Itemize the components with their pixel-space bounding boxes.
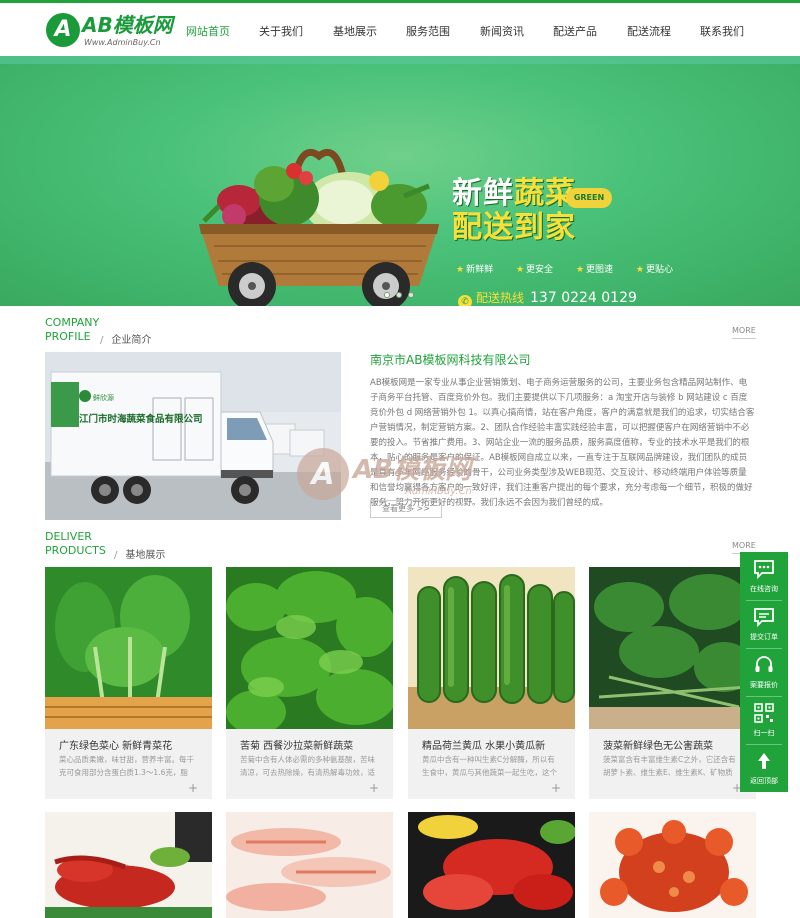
- product-image-shrimp[interactable]: [226, 812, 393, 918]
- product-title[interactable]: 精品荷兰黄瓜 水果小黄瓜新: [422, 737, 545, 752]
- product-description: 菜心品质柔嫩，味甘甜，营养丰富。每千克可食用部分含蛋白质1.3～1.6克，脂肪.…: [59, 755, 194, 777]
- submit-order-button[interactable]: 提交订单: [740, 600, 788, 648]
- plus-icon[interactable]: +: [369, 781, 379, 795]
- nav-item-base[interactable]: 基地展示: [333, 23, 377, 39]
- company-description: AB模板网是一家专业从事企业营销策划、电子商务运营服务的公司，主要业务包含精品网…: [370, 378, 755, 508]
- product-info: 广东绿色菜心 新鲜青菜花 菜心品质柔嫩，味甘甜，营养丰富。每千克可食用部分含蛋白…: [45, 729, 212, 799]
- product-card[interactable]: 精品荷兰黄瓜 水果小黄瓜新 黄瓜中含有一种叫生素C分解酶，所以有生食中，黄瓜与其…: [408, 567, 575, 799]
- plus-icon[interactable]: +: [551, 781, 561, 795]
- nav-item-news[interactable]: 新闻资讯: [480, 23, 524, 39]
- nav-item-about[interactable]: 关于我们: [259, 23, 303, 39]
- banner-top-strip: [0, 56, 800, 64]
- slider-dot-1[interactable]: [384, 292, 390, 298]
- sidebar-label: 提交订单: [750, 633, 778, 641]
- star-icon: ★: [515, 265, 525, 275]
- nav-item-process[interactable]: 配送流程: [627, 23, 671, 39]
- chat-icon: [754, 560, 774, 580]
- nav-item-home[interactable]: 网站首页: [186, 23, 230, 39]
- product-image-spinach: [589, 567, 756, 729]
- product-description: 苦菊中含有人体必需的多种氨基酸，苦味清凉，可去热除燥，有清热解毒功效，适合炎热季…: [240, 755, 375, 777]
- site-header: A AB模板网 Www.AdminBuy.Cn 网站首页 关于我们 基地展示 服…: [0, 3, 800, 56]
- quote-button[interactable]: 案要报价: [740, 648, 788, 696]
- truck-sign-text: 江门市时海蔬菜食品有限公司: [79, 413, 203, 425]
- floating-sidebar: 在线咨询 提交订单 案要报价 扫一扫 返回顶部: [740, 552, 788, 792]
- nav-item-services[interactable]: 服务范围: [406, 23, 450, 39]
- product-title[interactable]: 广东绿色菜心 新鲜青菜花: [59, 737, 172, 752]
- star-icon: ★: [635, 265, 644, 275]
- sidebar-label: 在线咨询: [750, 585, 778, 593]
- product-card[interactable]: 广东绿色菜心 新鲜青菜花 菜心品质柔嫩，味甘甜，营养丰富。每千克可食用部分含蛋白…: [45, 567, 212, 799]
- feature-item: ★ 更安全: [515, 265, 554, 275]
- sidebar-label: 扫一扫: [753, 729, 775, 737]
- profile-more-underline: [732, 338, 756, 339]
- slider-dot-3[interactable]: [408, 292, 414, 298]
- hero-banner[interactable]: 新鲜蔬菜 GREEN 配送到家 ★ 新鲜鲜 ★ 更安全 ★ 更图速 ★ 更贴心 ✆ 配送热…: [0, 56, 800, 306]
- product-card[interactable]: 菠菜新鲜绿色无公害蔬菜 菠菜富含有丰富维生素C之外，它还含有胡萝卜素、维生素E、…: [589, 567, 756, 799]
- plus-icon[interactable]: +: [188, 781, 198, 795]
- products-title-cn: / 基地展示: [114, 550, 166, 561]
- company-name: 南京市AB模板网科技有限公司: [370, 353, 531, 367]
- product-image-king-crab[interactable]: [589, 812, 756, 918]
- view-more-button[interactable]: 查看更多 >>: [370, 500, 442, 518]
- banner-features: ★ 新鲜鲜 ★ 更安全 ★ 更图速 ★ 更贴心: [456, 262, 693, 275]
- products-title-en-2: PRODUCTS: [45, 544, 106, 557]
- banner-hotline: ✆ 配送热线 137 0224 0129: [458, 289, 637, 306]
- product-card[interactable]: 苦菊 西餐沙拉菜新鲜蔬菜 苦菊中含有人体必需的多种氨基酸，苦味清凉，可去热除燥，…: [226, 567, 393, 799]
- message-icon: [754, 608, 774, 628]
- delivery-truck-image: 鲜欣源 江门市时海蔬菜食品有限公司: [45, 352, 341, 520]
- qr-scan-button[interactable]: 扫一扫: [740, 696, 788, 744]
- product-title[interactable]: 苦菊 西餐沙拉菜新鲜蔬菜: [240, 737, 353, 752]
- online-consult-button[interactable]: 在线咨询: [740, 552, 788, 600]
- svg-text:鲜欣源: 鲜欣源: [93, 393, 114, 402]
- phone-icon: ✆: [458, 295, 472, 306]
- product-description: 黄瓜中含有一种叫生素C分解酶，所以有生食中，黄瓜与其他蔬菜一起生吃，这个酶能..…: [422, 755, 557, 777]
- qr-code-icon: [754, 703, 774, 723]
- nav-item-contact[interactable]: 联系我们: [700, 23, 744, 39]
- product-info: 菠菜新鲜绿色无公害蔬菜 菠菜富含有丰富维生素C之外，它还含有胡萝卜素、维生素E、…: [589, 729, 756, 799]
- products-title-en-1: DELIVER: [45, 530, 92, 543]
- main-nav: 网站首页 关于我们 基地展示 服务范围 新闻资讯 配送产品 配送流程 联系我们: [0, 3, 800, 56]
- star-icon: ★: [575, 265, 585, 275]
- vegetable-basket-cart-image: [199, 148, 439, 306]
- product-image-cucumber: [408, 567, 575, 729]
- profile-more-link[interactable]: MORE: [732, 326, 756, 335]
- feature-item: ★ 新鲜鲜: [456, 265, 494, 275]
- product-image-endive: [226, 567, 393, 729]
- nav-item-products[interactable]: 配送产品: [553, 23, 597, 39]
- headset-icon: [755, 656, 773, 672]
- product-image-sashimi[interactable]: [408, 812, 575, 918]
- green-badge: GREEN: [566, 188, 612, 208]
- back-to-top-button[interactable]: 返回顶部: [740, 744, 788, 792]
- product-description: 菠菜富含有丰富维生素C之外，它还含有胡萝卜素、维生素E、维生素K、矿物质（钙质、…: [603, 755, 736, 777]
- product-title[interactable]: 菠菜新鲜绿色无公害蔬菜: [603, 737, 713, 752]
- banner-slogan-line2: 配送到家: [452, 210, 576, 245]
- feature-item: ★ 更图速: [575, 265, 614, 275]
- sidebar-label: 案要报价: [750, 681, 778, 689]
- banner-slogan-line1: 新鲜蔬菜: [452, 176, 576, 211]
- product-image-choy-sum: [45, 567, 212, 729]
- product-image-lobster[interactable]: [45, 812, 212, 918]
- profile-title-cn: / 企业简介: [100, 335, 152, 346]
- sidebar-label: 返回顶部: [750, 777, 778, 785]
- feature-item: ★ 更贴心: [635, 265, 673, 275]
- star-icon: ★: [456, 265, 465, 275]
- product-info: 苦菊 西餐沙拉菜新鲜蔬菜 苦菊中含有人体必需的多种氨基酸，苦味清凉，可去热除燥，…: [226, 729, 393, 799]
- arrow-up-icon: [758, 753, 770, 769]
- product-info: 精品荷兰黄瓜 水果小黄瓜新 黄瓜中含有一种叫生素C分解酶，所以有生食中，黄瓜与其…: [408, 729, 575, 799]
- profile-title-en-1: COMPANY: [45, 316, 100, 329]
- products-more-link[interactable]: MORE: [732, 541, 756, 550]
- slider-dot-2[interactable]: [396, 292, 402, 298]
- profile-title-en-2: PROFILE: [45, 330, 91, 343]
